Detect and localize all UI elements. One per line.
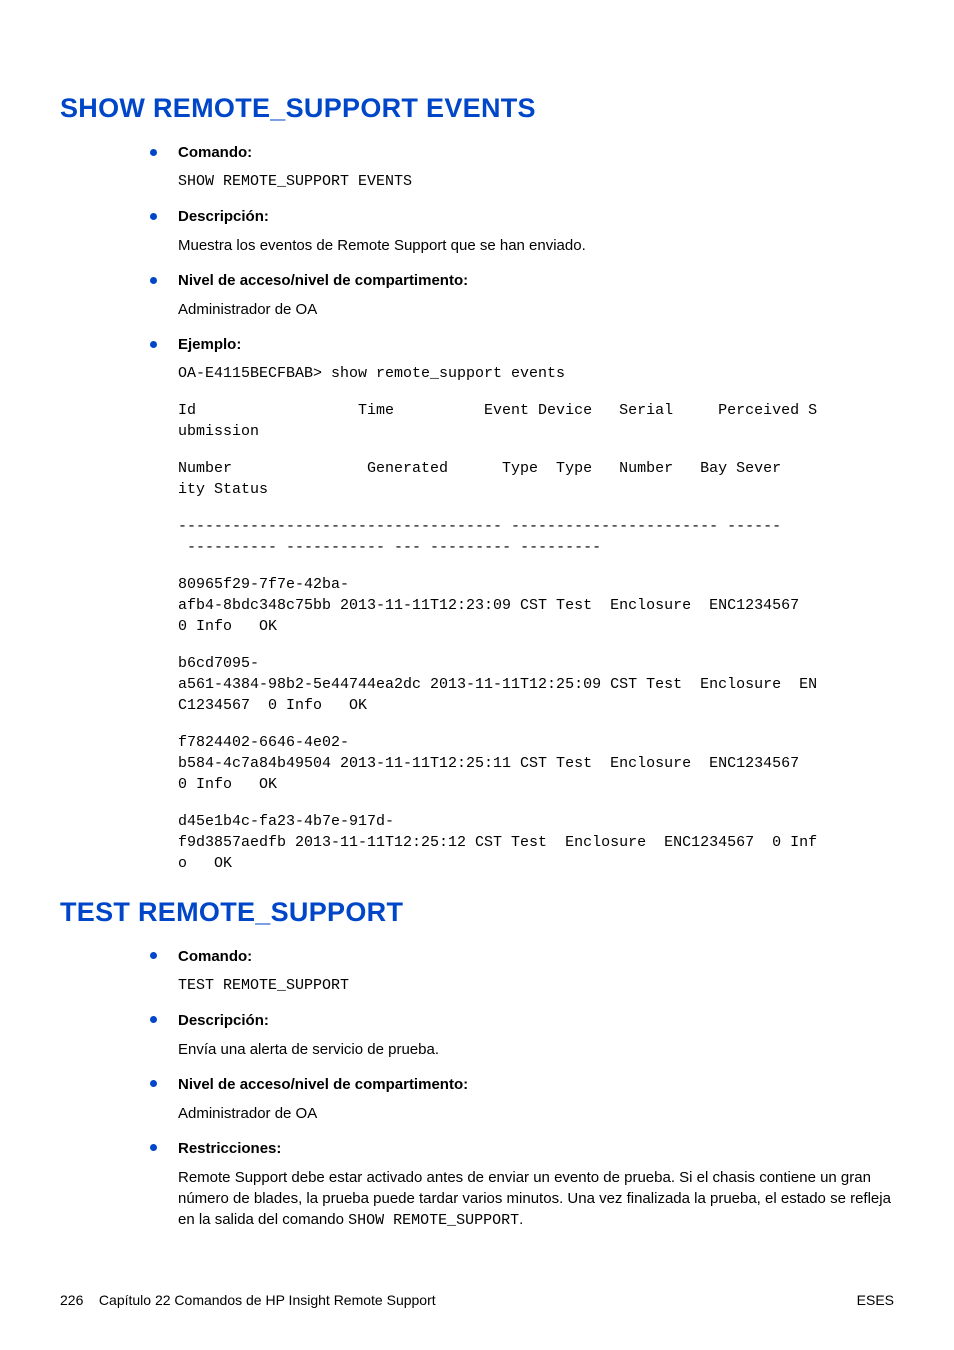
- s1-ejemplo-label: Ejemplo:: [178, 334, 894, 355]
- s1-ejemplo-line3: ------------------------------------ ---…: [178, 516, 894, 558]
- s2-restr-code: SHOW REMOTE_SUPPORT: [348, 1212, 519, 1229]
- s2-restr-suffix: .: [519, 1211, 523, 1228]
- s1-ejemplo: Ejemplo: OA-E4115BECFBAB> show remote_su…: [150, 334, 894, 874]
- s1-descripcion-text: Muestra los eventos de Remote Support qu…: [178, 235, 894, 256]
- s1-ejemplo-line7: d45e1b4c-fa23-4b7e-917d- f9d3857aedfb 20…: [178, 811, 894, 874]
- s1-nivel-text: Administrador de OA: [178, 299, 894, 320]
- s2-comando-code: TEST REMOTE_SUPPORT: [178, 975, 894, 996]
- s1-ejemplo-block: OA-E4115BECFBAB> show remote_support eve…: [178, 363, 894, 874]
- s1-ejemplo-line6: f7824402-6646-4e02- b584-4c7a84b49504 20…: [178, 732, 894, 795]
- footer-right: ESES: [857, 1291, 894, 1311]
- footer-page-number: 226: [60, 1292, 83, 1308]
- s1-ejemplo-line5: b6cd7095- a561-4384-98b2-5e44744ea2dc 20…: [178, 653, 894, 716]
- s1-comando: Comando: SHOW REMOTE_SUPPORT EVENTS: [150, 142, 894, 192]
- heading-show-remote-support-events: SHOW REMOTE_SUPPORT EVENTS: [60, 90, 894, 128]
- s1-ejemplo-line4: 80965f29-7f7e-42ba- afb4-8bdc348c75bb 20…: [178, 574, 894, 637]
- s2-nivel: Nivel de acceso/nivel de compartimento: …: [150, 1074, 894, 1124]
- heading-test-remote-support: TEST REMOTE_SUPPORT: [60, 894, 894, 932]
- s2-restricciones-label: Restricciones:: [178, 1138, 894, 1159]
- s1-descripcion: Descripción: Muestra los eventos de Remo…: [150, 206, 894, 256]
- s2-nivel-text: Administrador de OA: [178, 1103, 894, 1124]
- s2-descripcion-text: Envía una alerta de servicio de prueba.: [178, 1039, 894, 1060]
- s1-nivel-label: Nivel de acceso/nivel de compartimento:: [178, 270, 894, 291]
- s1-comando-code: SHOW REMOTE_SUPPORT EVENTS: [178, 171, 894, 192]
- s2-restricciones: Restricciones: Remote Support debe estar…: [150, 1138, 894, 1231]
- s2-nivel-label: Nivel de acceso/nivel de compartimento:: [178, 1074, 894, 1095]
- s2-restricciones-text: Remote Support debe estar activado antes…: [178, 1167, 894, 1231]
- s2-restr-prefix: Remote Support debe estar activado antes…: [178, 1169, 891, 1228]
- s2-comando: Comando: TEST REMOTE_SUPPORT: [150, 946, 894, 996]
- s1-nivel: Nivel de acceso/nivel de compartimento: …: [150, 270, 894, 320]
- s1-descripcion-label: Descripción:: [178, 206, 894, 227]
- footer-left: 226 Capítulo 22 Comandos de HP Insight R…: [60, 1291, 436, 1311]
- s2-descripcion: Descripción: Envía una alerta de servici…: [150, 1010, 894, 1060]
- footer-chapter: Capítulo 22 Comandos de HP Insight Remot…: [99, 1292, 436, 1308]
- page-footer: 226 Capítulo 22 Comandos de HP Insight R…: [60, 1291, 894, 1311]
- section2-list: Comando: TEST REMOTE_SUPPORT Descripción…: [150, 946, 894, 1231]
- section1-list: Comando: SHOW REMOTE_SUPPORT EVENTS Desc…: [150, 142, 894, 874]
- s1-ejemplo-line0: OA-E4115BECFBAB> show remote_support eve…: [178, 363, 894, 384]
- s1-comando-label: Comando:: [178, 142, 894, 163]
- s2-comando-label: Comando:: [178, 946, 894, 967]
- s1-ejemplo-line1: Id Time Event Device Serial Perceived S …: [178, 400, 894, 442]
- s1-ejemplo-line2: Number Generated Type Type Number Bay Se…: [178, 458, 894, 500]
- s2-descripcion-label: Descripción:: [178, 1010, 894, 1031]
